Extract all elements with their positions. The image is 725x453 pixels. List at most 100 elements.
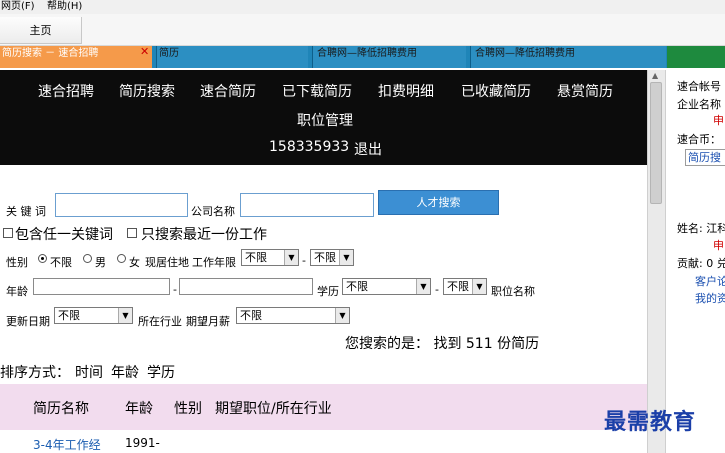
recent-only-checkbox[interactable] [127,228,137,238]
nav-resume-search[interactable]: 简历搜索 [119,81,175,101]
contribution-label: 贡献: 0 兑 [677,257,725,270]
apply-link[interactable]: 申 [713,112,724,128]
tab-hepin-1[interactable]: 合聘网—降低招聘费用 [312,46,466,68]
vertical-scrollbar[interactable]: ▲ [647,70,665,453]
tab-label: 简历搜索 － 速合招聘 [2,48,99,59]
apply-link-2[interactable]: 申 [713,237,724,253]
age-to-input[interactable] [179,278,313,295]
tab-label: 合聘网—降低招聘费用 [475,48,575,59]
nav-suhe-resume[interactable]: 速合简历 [200,81,256,101]
company-input[interactable] [240,193,374,217]
recent-only-label: 只搜索最近一份工作 [141,227,267,243]
gender-male-radio[interactable] [83,254,92,263]
tab-resume-search[interactable]: 简历搜索 － 速合招聘 ✕ [0,46,152,68]
position-label: 职位名称 [491,285,535,298]
gender-female-label: 女 [129,256,140,269]
nav-position-manage[interactable]: 职位管理 [297,110,353,130]
nav-saved-resume[interactable]: 已收藏简历 [461,81,531,101]
chevron-down-icon: ▼ [335,308,349,323]
gender-any-radio[interactable] [38,254,47,263]
main-nav: 速合招聘 简历搜索 速合简历 已下载简历 扣费明细 已收藏简历 悬赏简历 职位管… [0,70,647,165]
tab-hepin-2[interactable]: 合聘网—降低招聘费用 [470,46,666,68]
age-from-input[interactable] [33,278,170,295]
scroll-thumb[interactable] [650,82,662,204]
results-table-header: 简历名称 年龄 性别 期望职位/所在行业 [0,384,647,430]
education-label: 学历 [317,285,339,298]
coin-label: 速合币： [677,133,721,146]
work-years-to-select[interactable]: 不限 ▼ [310,249,354,266]
salary-select[interactable]: 不限 ▼ [236,307,350,324]
sort-by-time[interactable]: 时间 [75,362,103,382]
tab-strip: 简历搜索 － 速合招聘 ✕ 简历 合聘网—降低招聘费用 合聘网—降低招聘费用 [0,46,725,68]
keyword-input[interactable] [55,193,188,217]
home-button[interactable]: 主页 [0,17,82,44]
selected-value: 不限 [58,309,80,322]
sort-label: 排序方式： [0,365,70,381]
menu-webpage[interactable]: 网页(F) [1,0,35,13]
any-keyword-checkbox[interactable] [3,228,13,238]
education-from-select[interactable]: 不限 ▼ [342,278,431,295]
chevron-down-icon: ▼ [339,250,353,265]
gender-label: 性别 [6,256,28,269]
update-label: 更新日期 [6,315,50,328]
talent-search-button[interactable]: 人才搜索 [378,190,499,215]
user-phone: 158335933 [269,139,350,155]
industry-label: 所在行业 [138,315,182,328]
sort-by-education[interactable]: 学历 [147,362,175,382]
dash: - [435,283,439,296]
col-gender: 性别 [174,401,202,417]
customer-forum-link[interactable]: 客户论 [695,273,725,289]
any-keyword-label: 包含任一关键词 [15,227,113,243]
tab-resume[interactable]: 简历 [156,46,308,68]
gender-any-label: 不限 [50,256,72,269]
first-row-age: 1991- [125,436,160,450]
gender-male-label: 男 [95,256,106,269]
gender-female-radio[interactable] [117,254,126,263]
right-strip [667,46,725,68]
company-label: 公司名称 [191,205,235,218]
account-panel: 速合帐号 企业名称 申 速合币： 简历搜 姓名: 江科 申 贡献: 0 兑 客户… [665,70,725,453]
chevron-down-icon: ▼ [118,308,132,323]
watermark-logo: 最需教育 [604,409,697,435]
chevron-down-icon: ▼ [472,279,486,294]
selected-value: 不限 [240,309,262,322]
name-label: 姓名: 江科 [677,222,725,235]
nav-suhe-recruit[interactable]: 速合招聘 [38,81,94,101]
selected-value: 不限 [314,251,336,264]
tab-label: 合聘网—降低招聘费用 [317,48,417,59]
toolbar: 主页 [0,14,725,46]
work-years-from-select[interactable]: 不限 ▼ [241,249,299,266]
dash: - [173,283,177,296]
company-name-label: 企业名称 [677,98,721,111]
nav-downloaded-resume[interactable]: 已下载简历 [282,81,352,101]
result-summary: 您搜索的是： 找到 511 份简历 [345,336,540,352]
my-profile-link[interactable]: 我的资 [695,290,725,306]
resume-search-box[interactable]: 简历搜 [685,149,725,166]
first-row-resume-name[interactable]: 3-4年工作经 [33,436,101,453]
update-select[interactable]: 不限 ▼ [54,307,133,324]
sort-by-age[interactable]: 年龄 [111,362,139,382]
selected-value: 不限 [447,280,469,293]
col-age: 年龄 [125,401,153,417]
selected-value: 不限 [346,280,368,293]
account-label: 速合帐号 [677,80,721,93]
scroll-up-icon[interactable]: ▲ [652,71,658,80]
tab-label: 简历 [159,48,179,59]
nav-bounty-resume[interactable]: 悬赏简历 [557,81,613,101]
selected-value: 不限 [245,251,267,264]
dash: - [302,254,306,267]
nav-fee-detail[interactable]: 扣费明细 [378,81,434,101]
close-icon[interactable]: ✕ [140,46,149,60]
menu-bar: 网页(F) 帮助(H) [0,0,725,14]
col-resume-name: 简历名称 [33,401,89,417]
chevron-down-icon: ▼ [284,250,298,265]
logout-link[interactable]: 退出 [354,139,382,159]
salary-label: 期望月薪 [186,315,230,328]
chevron-down-icon: ▼ [416,279,430,294]
work-years-label: 工作年限 [192,256,236,269]
col-expected-position: 期望职位/所在行业 [215,401,332,417]
menu-help[interactable]: 帮助(H) [47,0,82,13]
education-to-select[interactable]: 不限 ▼ [443,278,487,295]
keyword-label: 关 键 词 [6,205,46,218]
residence-label: 现居住地 [145,256,189,269]
